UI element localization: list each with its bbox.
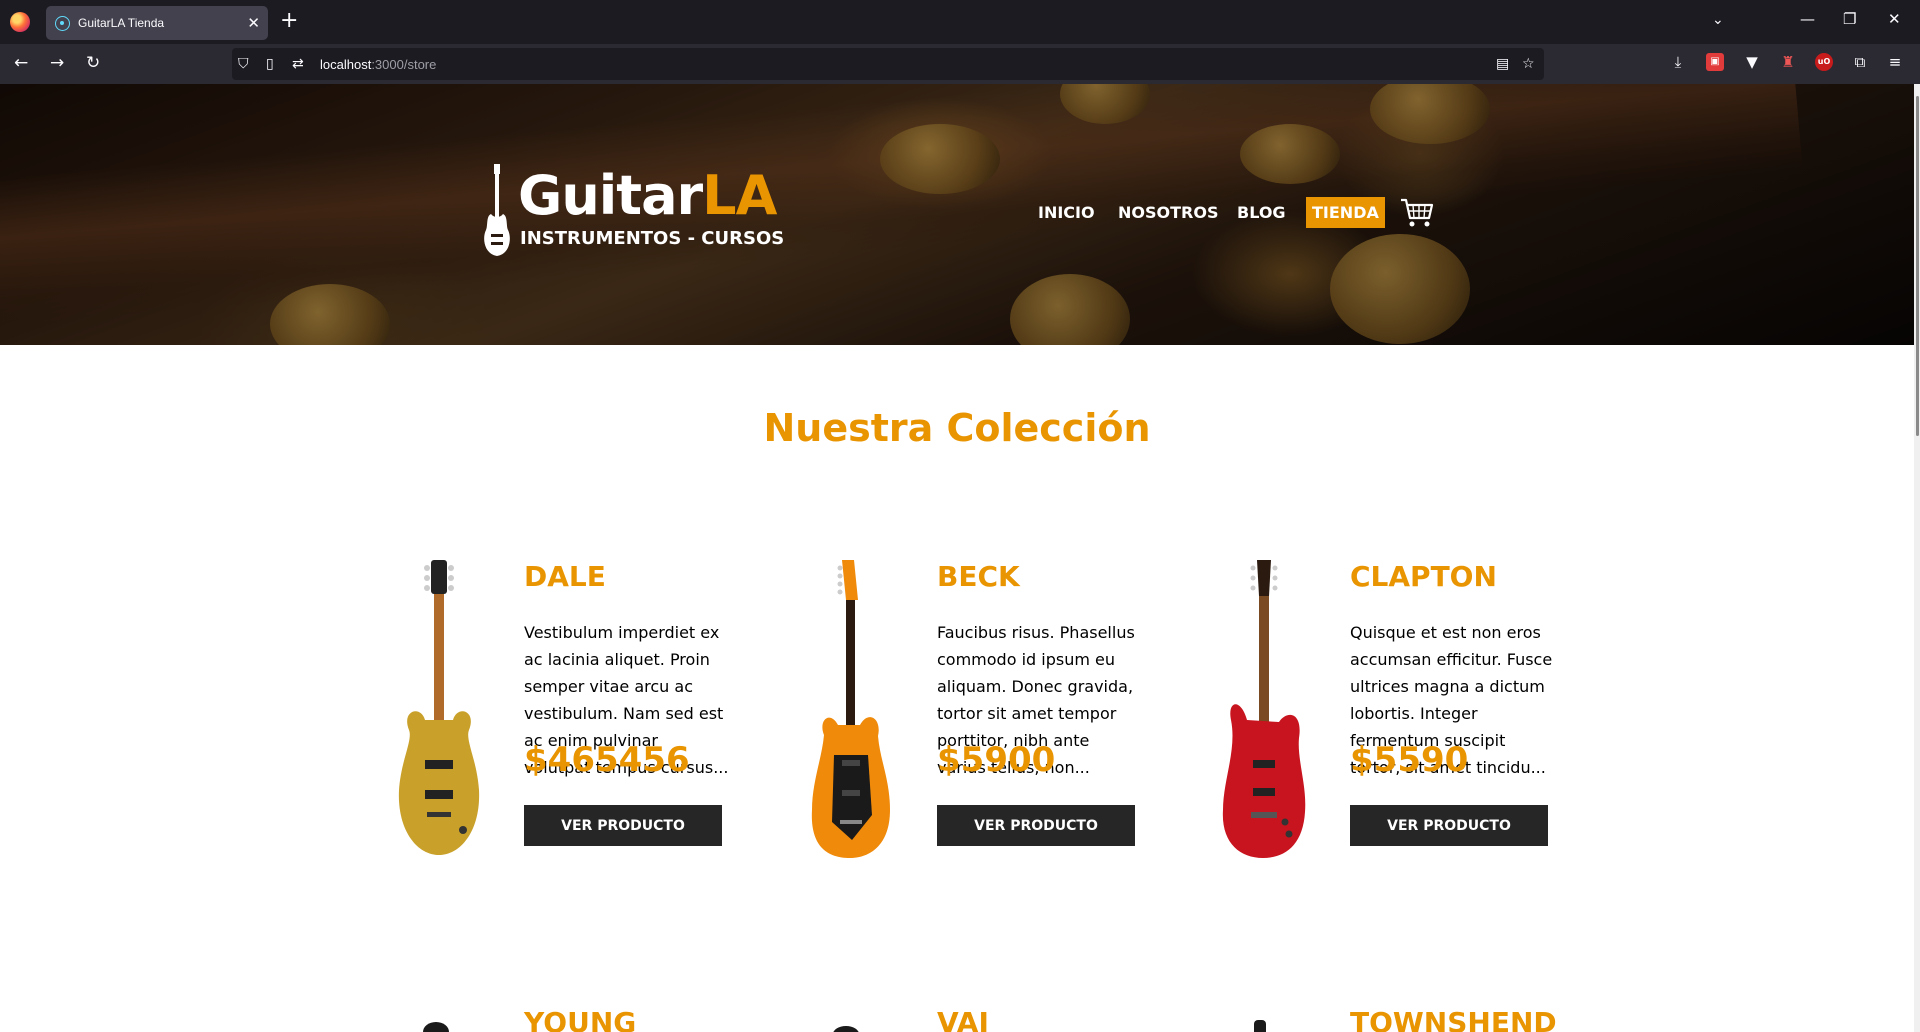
page-info-icon[interactable]: ▯ bbox=[266, 55, 274, 73]
window-close-icon[interactable]: ✕ bbox=[1888, 10, 1901, 28]
extension-user-icon[interactable]: ♜ bbox=[1779, 53, 1797, 71]
new-tab-icon[interactable]: + bbox=[280, 10, 298, 32]
site-logo[interactable]: GuitarLA INSTRUMENTOS - CURSOS bbox=[482, 164, 792, 264]
guitar-image-clapton bbox=[1222, 560, 1306, 858]
logo-tagline: INSTRUMENTOS - CURSOS bbox=[520, 228, 785, 249]
guitar-image-beck bbox=[811, 560, 890, 858]
tab-list-chevron-icon[interactable]: ⌄ bbox=[1712, 12, 1724, 28]
product-name-young: YOUNG bbox=[524, 1006, 637, 1032]
vue-devtools-icon[interactable]: ▼ bbox=[1743, 53, 1761, 71]
header-overlay bbox=[0, 84, 1914, 345]
product-card-clapton: CLAPTON Quisque et est non eros accumsan… bbox=[1207, 560, 1607, 880]
react-favicon-icon bbox=[55, 16, 70, 31]
guitar-image-dale bbox=[398, 560, 480, 855]
nav-link-blog[interactable]: BLOG bbox=[1237, 203, 1286, 222]
product-card-dale: DALE Vestibulum imperdiet ex ac lacinia … bbox=[381, 560, 781, 880]
menu-hamburger-icon[interactable]: ≡ bbox=[1886, 53, 1904, 71]
firefox-icon[interactable] bbox=[10, 12, 30, 32]
nav-link-inicio[interactable]: INICIO bbox=[1038, 203, 1095, 222]
product-price: $465456 bbox=[524, 740, 690, 780]
url-bar[interactable]: ⛉ ▯ ⇄ localhost:3000/store ▤ ☆ bbox=[232, 48, 1544, 80]
downloads-icon[interactable]: ⤓ bbox=[1669, 53, 1687, 71]
logo-wordmark: GuitarLA bbox=[518, 164, 777, 227]
permissions-icon[interactable]: ⇄ bbox=[292, 55, 304, 73]
cart-icon[interactable] bbox=[1400, 198, 1434, 228]
scrollbar-thumb[interactable] bbox=[1916, 96, 1919, 436]
tab-title: GuitarLA Tienda bbox=[78, 16, 165, 30]
view-product-button[interactable]: VER PRODUCTO bbox=[1350, 805, 1548, 846]
close-tab-icon[interactable]: ✕ bbox=[247, 14, 260, 32]
guitar-logo-icon bbox=[484, 164, 510, 256]
minimize-icon[interactable]: — bbox=[1800, 10, 1815, 28]
guitar-image-vai bbox=[833, 1026, 859, 1032]
reader-view-icon[interactable]: ▤ bbox=[1496, 55, 1509, 73]
nav-link-nosotros[interactable]: NOSOTROS bbox=[1118, 203, 1218, 222]
shield-icon[interactable]: ⛉ bbox=[238, 55, 249, 73]
product-price: $5900 bbox=[937, 740, 1056, 780]
back-icon[interactable]: ← bbox=[14, 52, 28, 74]
product-card-beck: BECK Faucibus risus. Phasellus commodo i… bbox=[794, 560, 1194, 880]
nav-link-tienda[interactable]: TIENDA bbox=[1306, 197, 1385, 228]
product-name-townshend: TOWNSHEND bbox=[1350, 1006, 1557, 1032]
product-price: $5590 bbox=[1350, 740, 1469, 780]
view-product-button[interactable]: VER PRODUCTO bbox=[937, 805, 1135, 846]
guitar-image-townshend bbox=[1254, 1020, 1266, 1032]
extensions-puzzle-icon[interactable]: ⧉ bbox=[1851, 53, 1869, 71]
browser-tab-bar: GuitarLA Tienda ✕ + ⌄ — ❐ ✕ bbox=[0, 0, 1920, 44]
guitar-image-young bbox=[423, 1022, 449, 1032]
browser-tab[interactable]: GuitarLA Tienda ✕ bbox=[46, 6, 268, 40]
product-name: CLAPTON bbox=[1350, 560, 1497, 593]
forward-icon[interactable]: → bbox=[50, 52, 64, 74]
reload-icon[interactable]: ↻ bbox=[86, 52, 100, 74]
page-viewport: GuitarLA INSTRUMENTOS - CURSOS INICIO NO… bbox=[0, 84, 1920, 1032]
restore-icon[interactable]: ❐ bbox=[1843, 10, 1856, 28]
site-header: GuitarLA INSTRUMENTOS - CURSOS INICIO NO… bbox=[0, 84, 1914, 345]
product-name: BECK bbox=[937, 560, 1020, 593]
page-scrollbar[interactable] bbox=[1914, 84, 1920, 1032]
extension-icon[interactable]: ▣ bbox=[1706, 53, 1724, 71]
product-name: DALE bbox=[524, 560, 606, 593]
view-product-button[interactable]: VER PRODUCTO bbox=[524, 805, 722, 846]
page-title: Nuestra Colección bbox=[763, 406, 1151, 450]
browser-nav-bar: ← → ↻ ⛉ ▯ ⇄ localhost:3000/store ▤ ☆ ⤓ ▣… bbox=[0, 44, 1920, 84]
url-text[interactable]: localhost:3000/store bbox=[320, 57, 436, 72]
product-name-vai: VAI bbox=[937, 1006, 989, 1032]
bookmark-star-icon[interactable]: ☆ bbox=[1522, 55, 1535, 73]
ublock-icon[interactable]: uO bbox=[1815, 53, 1833, 71]
